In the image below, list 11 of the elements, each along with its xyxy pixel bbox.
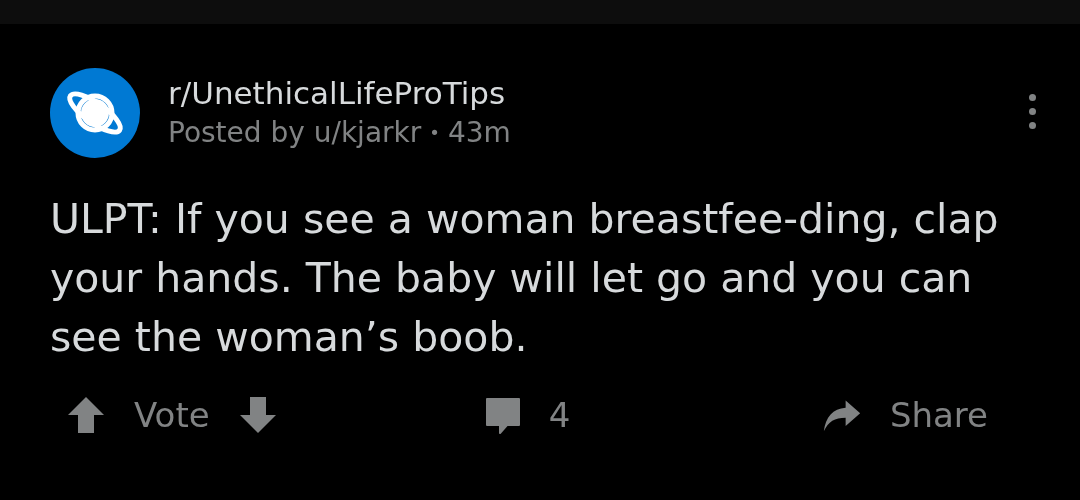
separator-dot: • [429,121,440,145]
more-menu-icon[interactable] [1027,92,1038,131]
vote-label: Vote [134,395,210,435]
planet-avatar-icon[interactable] [50,68,140,158]
upvote-icon[interactable] [66,395,106,435]
share-button[interactable]: Share [821,395,988,435]
comment-count: 4 [548,395,571,435]
subreddit-link[interactable]: r/UnethicalLifeProTips [168,72,506,114]
author-text: Posted by u/kjarkr [168,115,422,151]
post-title[interactable]: ULPT: If you see a woman breastfee-ding, clap your hands. The baby will let go and you can see the woman’s boob. [50,190,1040,367]
post-age: 43m [447,115,511,151]
